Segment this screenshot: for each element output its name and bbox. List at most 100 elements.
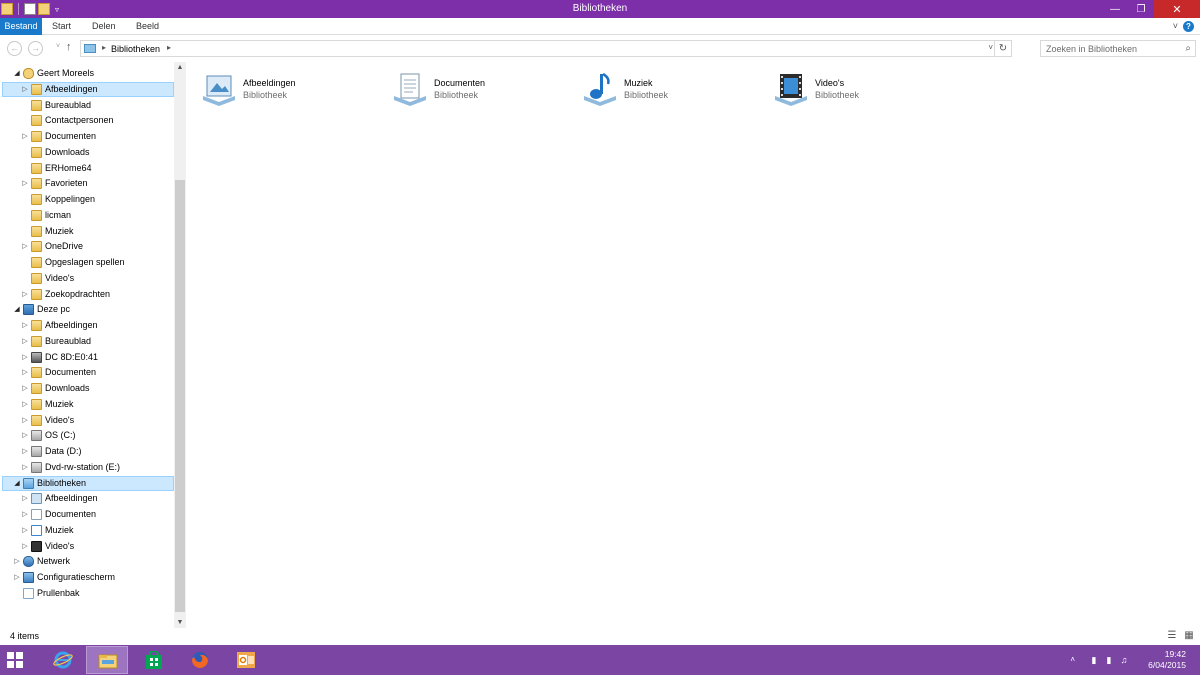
breadcrumb-separator[interactable]: ▸ xyxy=(167,43,171,52)
library-item-afbeeldingen[interactable]: Afbeeldingen Bibliotheek xyxy=(201,72,371,108)
collapse-arrow-icon[interactable]: ◢ xyxy=(13,69,21,77)
tree-item[interactable]: ERHome64 xyxy=(2,161,174,176)
taskbar-internet-explorer[interactable] xyxy=(42,646,84,674)
show-hidden-icons-button[interactable]: ˄ xyxy=(1070,655,1075,664)
tab-beeld[interactable]: Beeld xyxy=(128,18,167,35)
expand-arrow-icon[interactable]: ▷ xyxy=(21,132,29,140)
tree-item[interactable]: ▷ Bureaublad xyxy=(2,334,174,349)
expand-arrow-icon[interactable]: ▷ xyxy=(21,337,29,345)
back-button[interactable]: ← xyxy=(7,41,22,56)
scroll-down-button[interactable]: ▼ xyxy=(174,619,186,626)
minimize-button[interactable]: — xyxy=(1102,0,1128,18)
maximize-button[interactable]: ❐ xyxy=(1128,0,1154,18)
tree-item[interactable]: ▷ Muziek xyxy=(2,523,174,538)
tab-start[interactable]: Start xyxy=(44,18,79,35)
tree-item[interactable]: Muziek xyxy=(2,224,174,239)
tree-item[interactable]: ▷ Muziek xyxy=(2,397,174,412)
expand-arrow-icon[interactable]: ▷ xyxy=(21,321,29,329)
recent-locations-button[interactable]: ˅ xyxy=(56,43,60,50)
expand-arrow-icon[interactable]: ▷ xyxy=(21,368,29,376)
collapse-arrow-icon[interactable]: ◢ xyxy=(13,305,21,313)
volume-icon[interactable]: ♫ xyxy=(1119,655,1129,665)
search-input[interactable] xyxy=(1041,41,1171,56)
expand-arrow-icon[interactable]: ▷ xyxy=(21,447,29,455)
address-bar[interactable]: ▸ Bibliotheken ▸ ˅ ↻ xyxy=(80,40,1012,57)
expand-arrow-icon[interactable]: ▷ xyxy=(21,179,29,187)
network-signal-icon[interactable]: ▮ xyxy=(1104,655,1114,665)
taskbar-firefox[interactable] xyxy=(179,646,221,674)
tree-item[interactable]: ▷ Netwerk xyxy=(2,554,174,569)
tree-item[interactable]: ◢ Geert Moreels xyxy=(2,66,174,81)
scroll-up-button[interactable]: ▲ xyxy=(174,64,186,71)
large-icons-view-button[interactable]: ▦ xyxy=(1183,630,1195,642)
start-button[interactable] xyxy=(7,652,24,669)
battery-icon[interactable]: ▮ xyxy=(1089,655,1099,665)
tree-item[interactable]: Bureaublad xyxy=(2,98,174,113)
expand-arrow-icon[interactable]: ▷ xyxy=(21,416,29,424)
tree-item[interactable]: ▷ OS (C:) xyxy=(2,428,174,443)
expand-arrow-icon[interactable]: ▷ xyxy=(21,510,29,518)
collapse-arrow-icon[interactable]: ◢ xyxy=(13,479,21,487)
expand-arrow-icon[interactable]: ▷ xyxy=(21,353,29,361)
expand-arrow-icon[interactable]: ▷ xyxy=(21,242,29,250)
tree-item[interactable]: Downloads xyxy=(2,145,174,160)
expand-arrow-icon[interactable]: ▷ xyxy=(21,85,29,93)
scroll-thumb[interactable] xyxy=(175,180,185,612)
expand-arrow-icon[interactable]: ▷ xyxy=(21,400,29,408)
tree-item[interactable]: ▷ Video's xyxy=(2,413,174,428)
tree-item[interactable]: ▷ OneDrive xyxy=(2,239,174,254)
expand-arrow-icon[interactable]: ▷ xyxy=(21,542,29,550)
expand-ribbon-button[interactable]: ˅ xyxy=(1173,21,1178,31)
close-button[interactable]: ✕ xyxy=(1154,0,1200,18)
taskbar-outlook[interactable] xyxy=(225,646,267,674)
tree-item[interactable]: ◢ Bibliotheken xyxy=(2,475,174,491)
expand-arrow-icon[interactable]: ▷ xyxy=(21,463,29,471)
tree-item[interactable]: ▷ Afbeeldingen xyxy=(2,491,174,506)
tree-item[interactable]: ▷ Configuratiescherm xyxy=(2,570,174,585)
tree-item[interactable]: ▷ Afbeeldingen xyxy=(2,318,174,333)
library-item-documenten[interactable]: Documenten Bibliotheek xyxy=(392,72,562,108)
library-item-muziek[interactable]: Muziek Bibliotheek xyxy=(582,72,752,108)
refresh-button[interactable]: ↻ xyxy=(994,41,1011,56)
expand-arrow-icon[interactable]: ▷ xyxy=(13,573,21,581)
tree-item[interactable]: ◢ Deze pc xyxy=(2,302,174,317)
taskbar-store[interactable] xyxy=(133,646,175,674)
help-icon[interactable]: ? xyxy=(1183,21,1194,32)
tree-item[interactable]: ▷ Favorieten xyxy=(2,176,174,191)
expand-arrow-icon[interactable]: ▷ xyxy=(21,526,29,534)
details-view-button[interactable]: ☰ xyxy=(1166,630,1178,642)
library-item-videos[interactable]: Video's Bibliotheek xyxy=(773,72,943,108)
taskbar-file-explorer[interactable] xyxy=(86,646,128,674)
forward-button[interactable]: → xyxy=(28,41,43,56)
search-icon[interactable]: ⌕ xyxy=(1185,43,1191,54)
expand-arrow-icon[interactable]: ▷ xyxy=(21,431,29,439)
breadcrumb-bibliotheken[interactable]: Bibliotheken xyxy=(111,44,160,54)
tree-item[interactable]: Opgeslagen spellen xyxy=(2,255,174,270)
expand-arrow-icon[interactable]: ▷ xyxy=(21,384,29,392)
tree-item[interactable]: ▷ Afbeeldingen xyxy=(2,81,174,97)
tree-item[interactable]: ▷ Zoekopdrachten xyxy=(2,287,174,302)
tree-item[interactable]: ▷ Data (D:) xyxy=(2,444,174,459)
tree-item[interactable]: licman xyxy=(2,208,174,223)
tab-bestand[interactable]: Bestand xyxy=(0,18,42,35)
tab-delen[interactable]: Delen xyxy=(84,18,124,35)
tree-item[interactable]: ▷ DC 8D:E0:41 xyxy=(2,350,174,365)
tree-item[interactable]: ▷ Documenten xyxy=(2,507,174,522)
tree-item[interactable]: ▷ Downloads xyxy=(2,381,174,396)
expand-arrow-icon[interactable]: ▷ xyxy=(21,290,29,298)
search-box[interactable]: ⌕ xyxy=(1040,40,1196,57)
address-history-button[interactable]: ˅ xyxy=(988,43,993,52)
navigation-scrollbar[interactable]: ▲ ▼ xyxy=(174,62,186,628)
clock[interactable]: 19:42 6/04/2015 xyxy=(1136,649,1186,671)
tree-item[interactable]: ▷ Documenten xyxy=(2,365,174,380)
tree-item[interactable]: Koppelingen xyxy=(2,192,174,207)
tree-item[interactable]: ▷ Video's xyxy=(2,539,174,554)
tree-item[interactable]: Contactpersonen xyxy=(2,113,174,128)
tree-item[interactable]: Prullenbak xyxy=(2,586,174,601)
tree-item[interactable]: ▷ Documenten xyxy=(2,129,174,144)
tree-item[interactable]: ▷ Dvd-rw-station (E:) xyxy=(2,460,174,475)
tree-item[interactable]: Video's xyxy=(2,271,174,286)
expand-arrow-icon[interactable]: ▷ xyxy=(13,557,21,565)
expand-arrow-icon[interactable]: ▷ xyxy=(21,494,29,502)
up-button[interactable]: ↑ xyxy=(66,41,72,53)
